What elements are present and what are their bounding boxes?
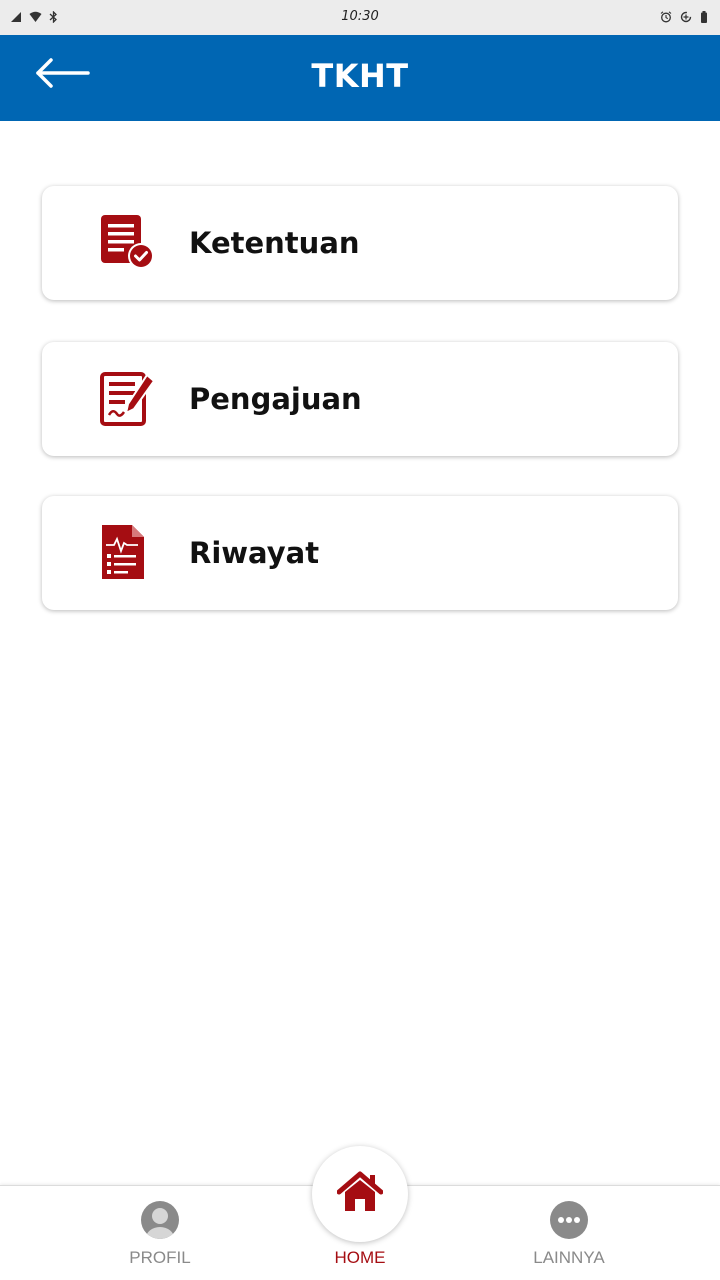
nav-label: HOME (334, 1248, 386, 1267)
nav-item-profil[interactable]: PROFIL (80, 1186, 240, 1280)
document-chart-icon (98, 523, 158, 583)
menu-item-label: Ketentuan (189, 226, 360, 260)
status-bar: 10:30 (0, 0, 720, 35)
home-icon (336, 1171, 384, 1218)
data-saver-icon (680, 11, 692, 23)
user-icon (140, 1200, 180, 1240)
home-button[interactable] (312, 1146, 408, 1242)
menu-item-riwayat[interactable]: Riwayat (42, 496, 678, 610)
app-bar: TKHT (0, 35, 720, 121)
nav-label: PROFIL (129, 1248, 191, 1267)
menu-item-label: Riwayat (189, 536, 320, 570)
nav-item-lainnya[interactable]: LAINNYA (489, 1186, 649, 1280)
document-edit-icon (98, 369, 158, 429)
menu-item-ketentuan[interactable]: Ketentuan (42, 186, 678, 300)
alarm-icon (660, 11, 672, 23)
page-title: TKHT (311, 57, 409, 95)
menu-item-pengajuan[interactable]: Pengajuan (42, 342, 678, 456)
status-time: 10:30 (341, 9, 379, 24)
document-check-icon (98, 213, 158, 273)
menu-item-label: Pengajuan (189, 382, 362, 416)
battery-icon (700, 11, 708, 23)
more-icon (549, 1200, 589, 1240)
nav-label: LAINNYA (533, 1248, 605, 1267)
